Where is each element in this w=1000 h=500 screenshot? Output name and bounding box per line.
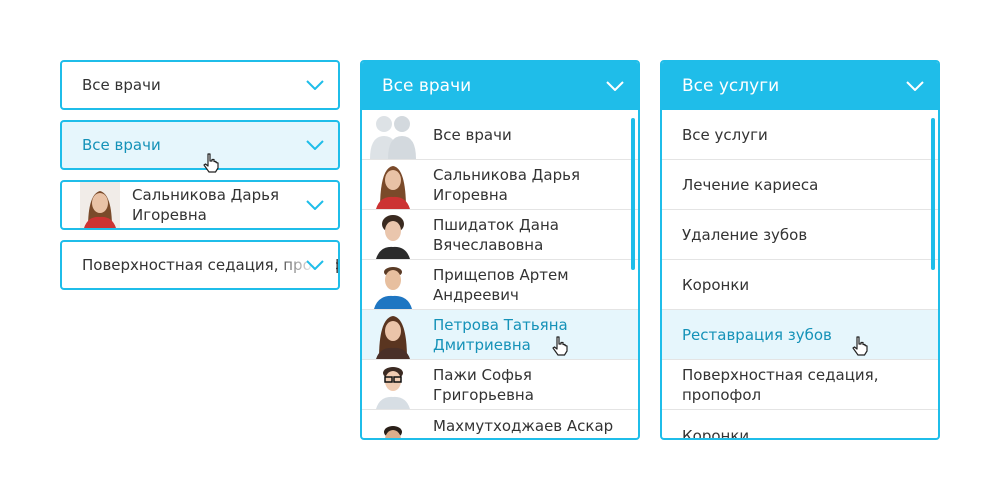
- group-silhouette-icon: [368, 110, 418, 159]
- service-select-truncated[interactable]: Поверхностная седация, пропофол: [60, 240, 340, 290]
- dropdown-header-label: Все услуги: [682, 76, 780, 96]
- scrollbar-thumb[interactable]: [931, 118, 935, 270]
- option-label: Сальникова Дарья Игоревна: [433, 165, 580, 204]
- doctor-photo: [368, 210, 418, 259]
- service-option[interactable]: Лечение кариеса: [662, 160, 938, 210]
- doctor-photo: [368, 360, 418, 409]
- dropdown-header-label: Все врачи: [382, 76, 472, 96]
- chevron-down-icon: [306, 140, 324, 150]
- option-label: Коронки: [682, 275, 750, 294]
- option-label: Удаление зубов: [682, 225, 808, 244]
- doctor-option[interactable]: Сальникова Дарья Игоревна: [362, 160, 638, 210]
- option-label: Коронки: [682, 427, 750, 438]
- option-label: Все услуги: [682, 125, 768, 144]
- service-option-highlighted[interactable]: Реставрация зубов: [662, 310, 938, 360]
- doctor-option[interactable]: Прищепов Артем Андреевич: [362, 260, 638, 310]
- service-option-all[interactable]: Все услуги: [662, 110, 938, 160]
- hand-pointer-icon: [552, 336, 568, 356]
- service-option[interactable]: Поверхностная седация, пропофол: [662, 360, 938, 410]
- service-option[interactable]: Удаление зубов: [662, 210, 938, 260]
- option-label: Петрова Татьяна Дмитриевна: [433, 315, 568, 354]
- doctor-option[interactable]: Пшидаток Дана Вячеславовна: [362, 210, 638, 260]
- doctor-select-hover[interactable]: Все врачи: [60, 120, 340, 170]
- chevron-down-icon: [906, 81, 924, 91]
- option-label: Поверхностная седация, пропофол: [682, 365, 879, 404]
- doctor-photo: [368, 160, 418, 209]
- chevron-down-icon: [306, 260, 324, 270]
- option-label: Прищепов Артем Андреевич: [433, 265, 569, 304]
- chevron-down-icon: [306, 80, 324, 90]
- hand-pointer-icon: [203, 153, 219, 173]
- doctor-photo: [368, 260, 418, 309]
- doctor-avatar: [80, 182, 120, 228]
- doctor-select-selected[interactable]: Сальникова Дарья Игоревна: [60, 180, 340, 230]
- doctor-option[interactable]: Пажи Софья Григорьевна: [362, 360, 638, 410]
- doctor-option-highlighted[interactable]: Петрова Татьяна Дмитриевна: [362, 310, 638, 360]
- hand-pointer-icon: [852, 336, 868, 356]
- chevron-down-icon: [306, 200, 324, 210]
- services-list: Все услуги Лечение кариеса Удаление зубо…: [662, 110, 938, 438]
- select-value: Все врачи: [82, 136, 161, 154]
- selected-doctor-name: Сальникова Дарья Игоревна: [132, 185, 279, 225]
- doctor-photo: [368, 416, 418, 438]
- option-label: Реставрация зубов: [682, 325, 832, 344]
- dropdown-header[interactable]: Все услуги: [662, 62, 938, 110]
- doctors-dropdown: Все врачи Все врачи Сальникова Дарья Иго…: [360, 60, 640, 440]
- option-label: Лечение кариеса: [682, 175, 819, 194]
- select-value: Все врачи: [82, 76, 161, 94]
- option-label: Махмутходжаев Аскар: [433, 417, 614, 435]
- name-line-2: Игоревна: [132, 206, 207, 224]
- option-label: Пажи Софья Григорьевна: [433, 365, 534, 404]
- chevron-down-icon: [606, 81, 624, 91]
- service-option[interactable]: Коронки: [662, 260, 938, 310]
- doctor-option-all[interactable]: Все врачи: [362, 110, 638, 160]
- option-label: Пшидаток Дана Вячеславовна: [433, 215, 559, 254]
- scrollbar-thumb[interactable]: [631, 118, 635, 270]
- name-line-1: Сальникова Дарья: [132, 186, 279, 204]
- doctors-list: Все врачи Сальникова Дарья Игоревна Пшид…: [362, 110, 638, 438]
- services-dropdown: Все услуги Все услуги Лечение кариеса Уд…: [660, 60, 940, 440]
- doctor-select-default[interactable]: Все врачи: [60, 60, 340, 110]
- option-label: Все врачи: [433, 125, 512, 144]
- doctor-photo: [368, 310, 418, 359]
- dropdown-header[interactable]: Все врачи: [362, 62, 638, 110]
- service-option[interactable]: Коронки: [662, 410, 938, 438]
- doctor-option[interactable]: Махмутходжаев Аскар: [362, 410, 638, 438]
